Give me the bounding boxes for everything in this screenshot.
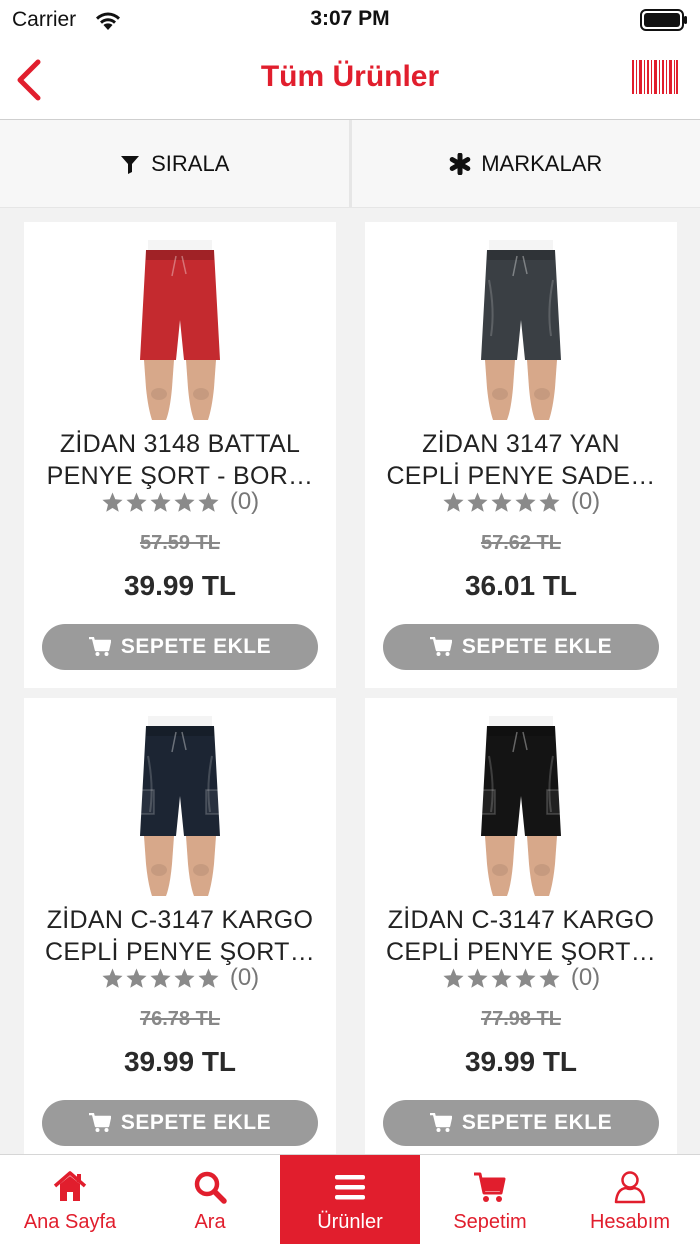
product-card[interactable]: ZİDAN C-3147 KARGO CEPLİ PENYE ŞORT… (0) 77… bbox=[365, 698, 677, 1164]
product-rating: (0) bbox=[24, 964, 336, 992]
brands-button[interactable]: MARKALAR bbox=[348, 120, 700, 207]
tab-label: Sepetim bbox=[453, 1211, 527, 1233]
product-name-line1: ZİDAN 3148 BATTAL bbox=[59, 430, 301, 458]
battery-icon bbox=[640, 9, 687, 31]
star-icon bbox=[467, 967, 488, 988]
cart-icon bbox=[429, 637, 452, 656]
add-to-cart-label: SEPETE EKLE bbox=[120, 1111, 272, 1134]
old-price: 76.78 TL bbox=[139, 1008, 221, 1030]
star-icon bbox=[150, 967, 171, 988]
tab-label: Ana Sayfa bbox=[23, 1211, 117, 1233]
add-to-cart-label: SEPETE EKLE bbox=[461, 1111, 613, 1134]
star-icon bbox=[126, 967, 147, 988]
star-icon bbox=[539, 491, 560, 512]
star-icon bbox=[126, 491, 147, 512]
star-icon bbox=[515, 491, 536, 512]
tab-search[interactable]: Ara bbox=[140, 1155, 280, 1244]
rating-count: (0) bbox=[570, 488, 601, 515]
star-icon bbox=[174, 491, 195, 512]
tab-bar: Ana Sayfa Ara Ürünler Sepetim Hesabım bbox=[0, 1154, 700, 1244]
add-to-cart-label: SEPETE EKLE bbox=[120, 635, 272, 658]
product-rating: (0) bbox=[24, 488, 336, 516]
clock: 3:07 PM bbox=[310, 7, 390, 30]
brands-label: MARKALAR bbox=[481, 150, 603, 176]
product-name[interactable]: ZİDAN C-3147 KARGO CEPLİ PENYE ŞORT… bbox=[381, 904, 661, 968]
old-price: 57.62 TL bbox=[480, 532, 562, 554]
tab-home[interactable]: Ana Sayfa bbox=[0, 1155, 140, 1244]
price: 39.99 TL bbox=[123, 1046, 237, 1077]
star-icon bbox=[443, 491, 464, 512]
old-price: 57.59 TL bbox=[139, 532, 221, 554]
product-name-line1: ZİDAN 3147 YAN bbox=[422, 430, 620, 458]
add-to-cart-button[interactable]: SEPETE EKLE bbox=[383, 624, 659, 670]
star-icon bbox=[198, 967, 219, 988]
star-icon bbox=[102, 491, 123, 512]
menu-icon bbox=[335, 1175, 365, 1200]
tab-label: Hesabım bbox=[589, 1211, 671, 1233]
cart-icon bbox=[88, 1113, 111, 1132]
product-name[interactable]: ZİDAN 3147 YAN CEPLİ PENYE SADE… bbox=[381, 428, 661, 492]
user-icon bbox=[614, 1171, 646, 1204]
add-to-cart-button[interactable]: SEPETE EKLE bbox=[383, 1100, 659, 1146]
product-name-line1: ZİDAN C-3147 KARGO bbox=[387, 906, 655, 934]
cart-icon bbox=[429, 1113, 452, 1132]
star-icon bbox=[467, 491, 488, 512]
add-to-cart-label: SEPETE EKLE bbox=[461, 635, 613, 658]
star-icon bbox=[443, 967, 464, 988]
home-icon bbox=[53, 1171, 87, 1201]
price: 36.01 TL bbox=[464, 570, 578, 601]
add-to-cart-button[interactable]: SEPETE EKLE bbox=[42, 624, 318, 670]
product-image[interactable] bbox=[24, 240, 336, 420]
product-image[interactable] bbox=[24, 716, 336, 896]
search-icon bbox=[194, 1171, 227, 1204]
product-rating: (0) bbox=[365, 964, 677, 992]
rating-count: (0) bbox=[229, 488, 260, 515]
asterisk-icon bbox=[449, 152, 471, 175]
product-name[interactable]: ZİDAN C-3147 KARGO CEPLİ PENYE ŞORT… bbox=[40, 904, 320, 968]
rating-count: (0) bbox=[229, 964, 260, 991]
product-image[interactable] bbox=[365, 716, 677, 896]
old-price: 77.98 TL bbox=[480, 1008, 562, 1030]
product-image[interactable] bbox=[365, 240, 677, 420]
product-card[interactable]: ZİDAN 3147 YAN CEPLİ PENYE SADE… (0) 57.62 … bbox=[365, 222, 677, 688]
page-title: Tüm Ürünler bbox=[260, 60, 440, 93]
filter-icon bbox=[121, 155, 140, 174]
sort-label: SIRALA bbox=[151, 150, 230, 176]
barcode-icon[interactable] bbox=[632, 60, 678, 94]
price: 39.99 TL bbox=[464, 1046, 578, 1077]
product-card[interactable]: ZİDAN 3148 BATTAL PENYE ŞORT - BOR… (0) 57.… bbox=[24, 222, 336, 688]
star-icon bbox=[198, 491, 219, 512]
sort-button[interactable]: SIRALA bbox=[0, 120, 349, 207]
star-icon bbox=[174, 967, 195, 988]
tab-label: Ara bbox=[194, 1211, 226, 1233]
filter-bar: SIRALA MARKALAR bbox=[0, 120, 700, 208]
rating-count: (0) bbox=[570, 964, 601, 991]
star-icon bbox=[491, 967, 512, 988]
add-to-cart-button[interactable]: SEPETE EKLE bbox=[42, 1100, 318, 1146]
star-icon bbox=[491, 491, 512, 512]
cart-icon bbox=[88, 637, 111, 656]
star-icon bbox=[102, 967, 123, 988]
star-icon bbox=[150, 491, 171, 512]
tab-cart[interactable]: Sepetim bbox=[420, 1155, 560, 1244]
tab-menu[interactable]: Ürünler bbox=[280, 1155, 420, 1244]
star-icon bbox=[539, 967, 560, 988]
product-name-line1: ZİDAN C-3147 KARGO bbox=[46, 906, 314, 934]
price: 39.99 TL bbox=[123, 570, 237, 601]
product-name[interactable]: ZİDAN 3148 BATTAL PENYE ŞORT - BOR… bbox=[40, 428, 320, 492]
tab-label: Ürünler bbox=[317, 1211, 383, 1233]
nav-bar: Tüm Ürünler bbox=[0, 40, 700, 120]
product-rating: (0) bbox=[365, 488, 677, 516]
tab-user[interactable]: Hesabım bbox=[560, 1155, 700, 1244]
product-card[interactable]: ZİDAN C-3147 KARGO CEPLİ PENYE ŞORT… (0) 76… bbox=[24, 698, 336, 1164]
star-icon bbox=[515, 967, 536, 988]
status-bar: Carrier 3:07 PM bbox=[0, 0, 700, 40]
cart-icon bbox=[474, 1172, 506, 1202]
